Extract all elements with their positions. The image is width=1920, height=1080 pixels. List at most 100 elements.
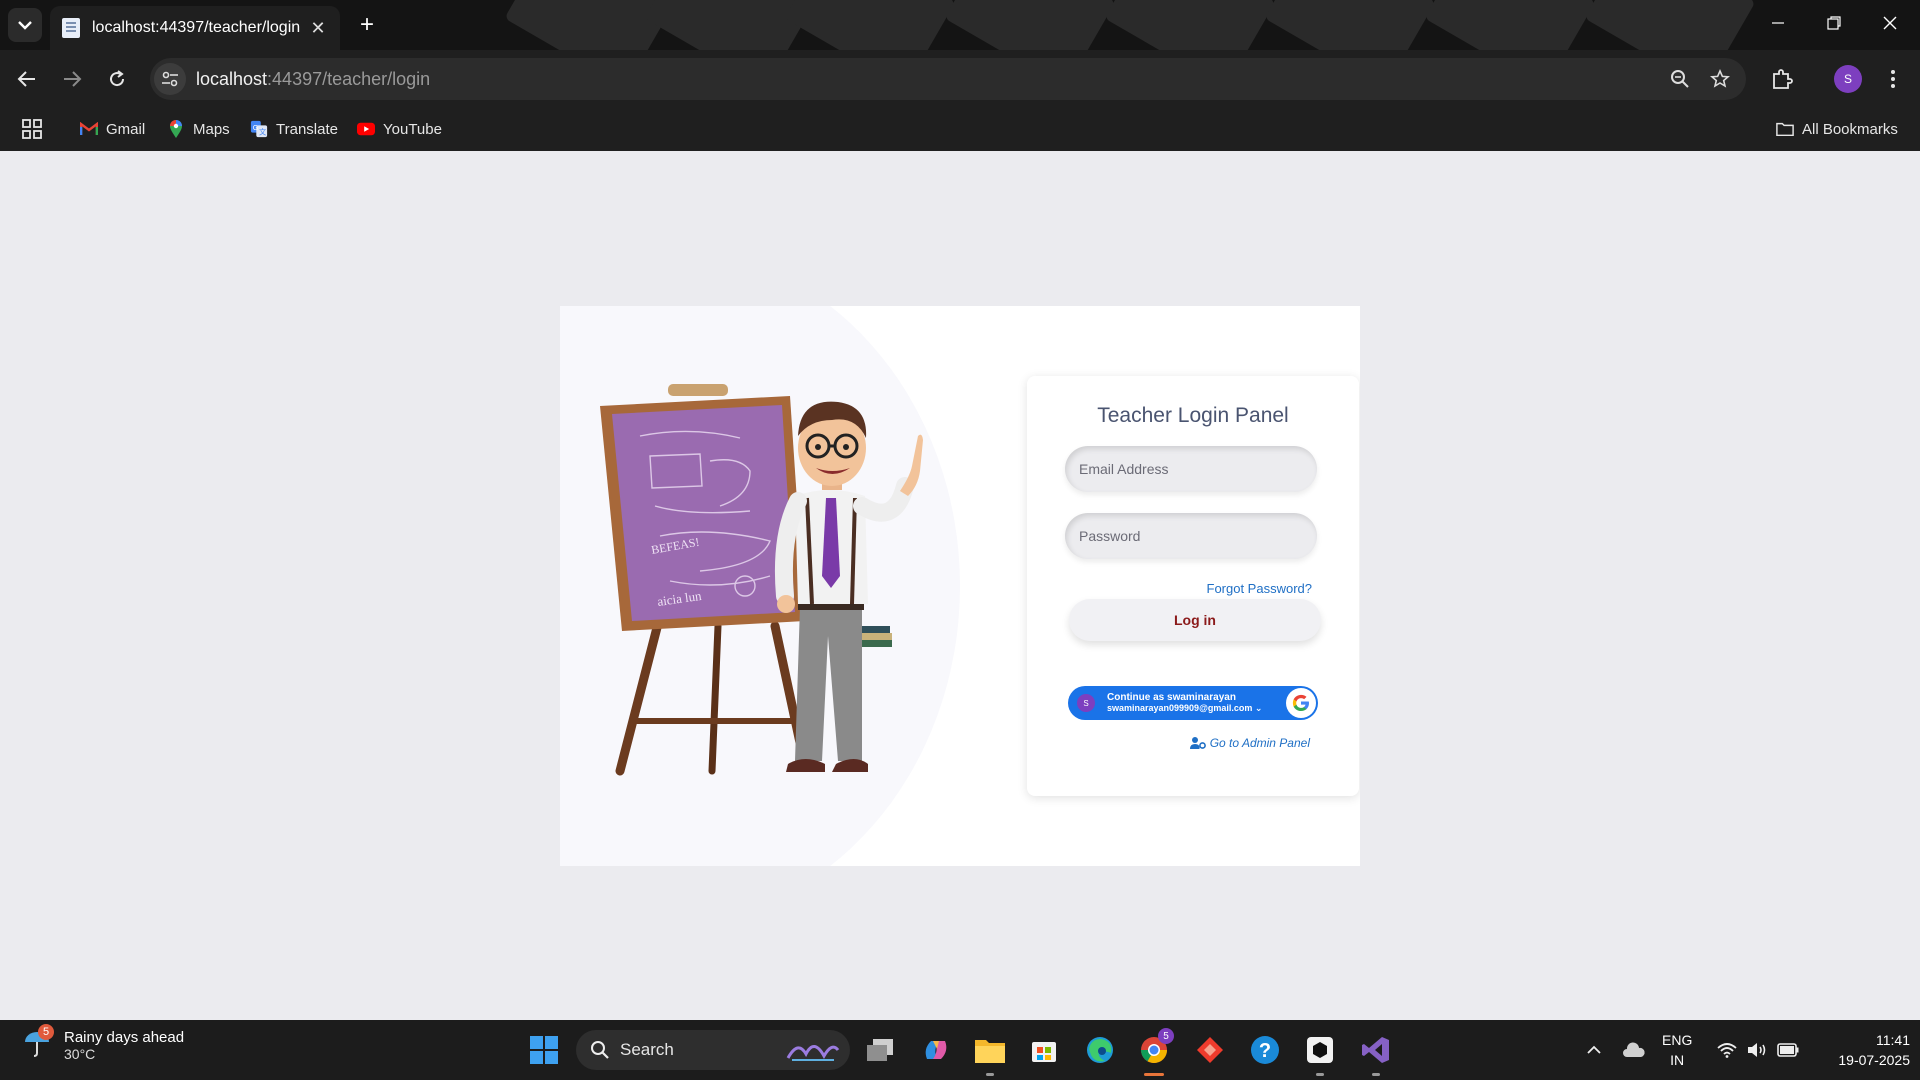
plus-icon: + xyxy=(359,11,374,38)
new-tab-button[interactable]: + xyxy=(352,10,382,40)
umbrella-icon: 5 xyxy=(22,1024,56,1062)
maps-icon xyxy=(167,120,185,138)
weather-widget[interactable]: 5 Rainy days ahead 30°C xyxy=(22,1024,184,1062)
apps-grid-icon xyxy=(22,119,42,139)
visual-studio-app[interactable] xyxy=(1358,1032,1394,1076)
google-account-text: Continue as swaminarayan swaminarayan099… xyxy=(1107,692,1286,714)
gmail-icon xyxy=(80,120,98,138)
browser-tab-active[interactable]: localhost:44397/teacher/login ✕ xyxy=(50,6,340,50)
task-view-button[interactable] xyxy=(862,1032,898,1068)
cube-icon xyxy=(1307,1037,1333,1063)
login-button[interactable]: Log in xyxy=(1069,599,1321,641)
admin-panel-link[interactable]: Go to Admin Panel xyxy=(1189,736,1310,750)
admin-panel-label: Go to Admin Panel xyxy=(1209,736,1310,750)
restore-button[interactable] xyxy=(1814,8,1854,38)
help-icon: ? xyxy=(1251,1036,1279,1064)
user-gear-icon xyxy=(1189,737,1206,749)
bookmark-gmail[interactable]: Gmail xyxy=(80,118,145,140)
login-card: BEFEAS! aicia lun Teacher Login Panel Em… xyxy=(560,306,1360,866)
browser-toolbar: localhost:44397/teacher/login S xyxy=(0,50,1920,108)
zoom-icon xyxy=(1671,70,1689,88)
copilot-icon xyxy=(925,1041,947,1059)
url-host: localhost xyxy=(196,68,268,89)
forward-button[interactable] xyxy=(55,62,89,96)
translate-icon: G文 xyxy=(250,120,268,138)
forgot-password-link[interactable]: Forgot Password? xyxy=(1207,581,1313,596)
anydesk-app[interactable] xyxy=(1192,1032,1228,1068)
arrow-left-icon xyxy=(17,71,35,87)
address-bar[interactable]: localhost:44397/teacher/login xyxy=(150,58,1746,100)
google-account-avatar: S xyxy=(1077,694,1095,712)
wallpaper-hexagon xyxy=(1264,0,1436,50)
svg-text:G: G xyxy=(253,123,259,132)
search-icon xyxy=(590,1040,610,1060)
wallpaper-hexagon xyxy=(1104,0,1276,50)
bookmark-star-button[interactable] xyxy=(1708,67,1732,91)
folder-icon xyxy=(1776,120,1794,138)
google-account-email: swaminarayan099909@gmail.com ⌄ xyxy=(1107,703,1263,713)
edge-app[interactable] xyxy=(1082,1032,1118,1068)
all-bookmarks-button[interactable]: All Bookmarks xyxy=(1776,118,1898,140)
browser-tab-strip: localhost:44397/teacher/login ✕ + xyxy=(0,0,1920,50)
wallpaper-hexagon xyxy=(1584,0,1756,50)
visual-studio-icon xyxy=(1362,1037,1389,1063)
bookmark-label: YouTube xyxy=(383,120,442,138)
teacher-illustration: BEFEAS! aicia lun xyxy=(600,384,923,776)
microsoft-store-app[interactable] xyxy=(1026,1032,1062,1068)
battery-icon xyxy=(1777,1043,1799,1057)
browser-menu-button[interactable] xyxy=(1876,62,1910,96)
arrow-right-icon xyxy=(64,71,82,87)
language-indicator[interactable]: ENG IN xyxy=(1662,1030,1692,1070)
bookmarks-bar: Gmail Maps G文 Translate YouTube All Book… xyxy=(0,108,1920,151)
weather-text: Rainy days ahead 30°C xyxy=(64,1029,184,1062)
onedrive-tray-icon[interactable] xyxy=(1620,1032,1648,1068)
bookmark-maps[interactable]: Maps xyxy=(167,118,230,140)
bookmark-translate[interactable]: G文 Translate xyxy=(250,118,338,140)
extensions-button[interactable] xyxy=(1765,62,1799,96)
start-button[interactable] xyxy=(526,1032,562,1068)
file-explorer-app[interactable] xyxy=(972,1032,1008,1076)
search-highlight-icon xyxy=(784,1036,840,1069)
wifi-icon xyxy=(1717,1043,1737,1058)
speaker-icon xyxy=(1748,1043,1766,1057)
volume-tray-icon[interactable] xyxy=(1744,1032,1770,1068)
tune-icon xyxy=(162,71,178,87)
bookmark-label: Maps xyxy=(193,120,230,138)
show-hidden-icons-button[interactable] xyxy=(1582,1032,1606,1068)
page-viewport: BEFEAS! aicia lun Teacher Login Panel Em… xyxy=(0,151,1920,1020)
apps-button[interactable] xyxy=(22,118,42,140)
address-url[interactable]: localhost:44397/teacher/login xyxy=(196,69,430,90)
taskbar-search[interactable]: Search xyxy=(576,1030,850,1070)
close-tab-icon[interactable]: ✕ xyxy=(308,18,328,39)
more-vertical-icon xyxy=(1891,70,1895,88)
password-field[interactable] xyxy=(1065,513,1317,559)
clock-time: 11:41 xyxy=(1876,1032,1910,1048)
minimize-button[interactable] xyxy=(1758,8,1798,38)
profile-avatar-button[interactable]: S xyxy=(1834,65,1862,93)
clock-date: 19-07-2025 xyxy=(1838,1052,1910,1068)
bookmark-youtube[interactable]: YouTube xyxy=(357,118,442,140)
help-app[interactable]: ? xyxy=(1247,1032,1283,1068)
reload-button[interactable] xyxy=(100,62,134,96)
minimize-icon xyxy=(1772,22,1784,24)
task-view-icon xyxy=(867,1039,893,1061)
wallpaper-hexagon xyxy=(784,0,956,50)
star-icon xyxy=(1710,69,1730,88)
search-label: Search xyxy=(620,1040,674,1059)
back-button[interactable] xyxy=(10,62,44,96)
zoom-button[interactable] xyxy=(1668,67,1692,91)
chrome-profile-badge: 5 xyxy=(1158,1028,1174,1044)
email-field[interactable] xyxy=(1065,446,1317,492)
chrome-app[interactable]: 5 xyxy=(1136,1028,1174,1076)
site-info-button[interactable] xyxy=(154,63,186,95)
copilot-app[interactable] xyxy=(918,1032,954,1068)
terminal-app[interactable] xyxy=(1302,1032,1338,1076)
system-clock[interactable]: 11:41 19-07-2025 xyxy=(1810,1030,1910,1070)
tab-search-button[interactable] xyxy=(8,8,42,42)
google-sign-in-button[interactable]: S Continue as swaminarayan swaminarayan0… xyxy=(1068,686,1318,720)
store-icon xyxy=(1032,1042,1056,1062)
reload-icon xyxy=(110,70,125,87)
close-window-button[interactable] xyxy=(1870,8,1910,38)
battery-tray-icon[interactable] xyxy=(1774,1032,1802,1068)
wifi-tray-icon[interactable] xyxy=(1714,1032,1740,1068)
